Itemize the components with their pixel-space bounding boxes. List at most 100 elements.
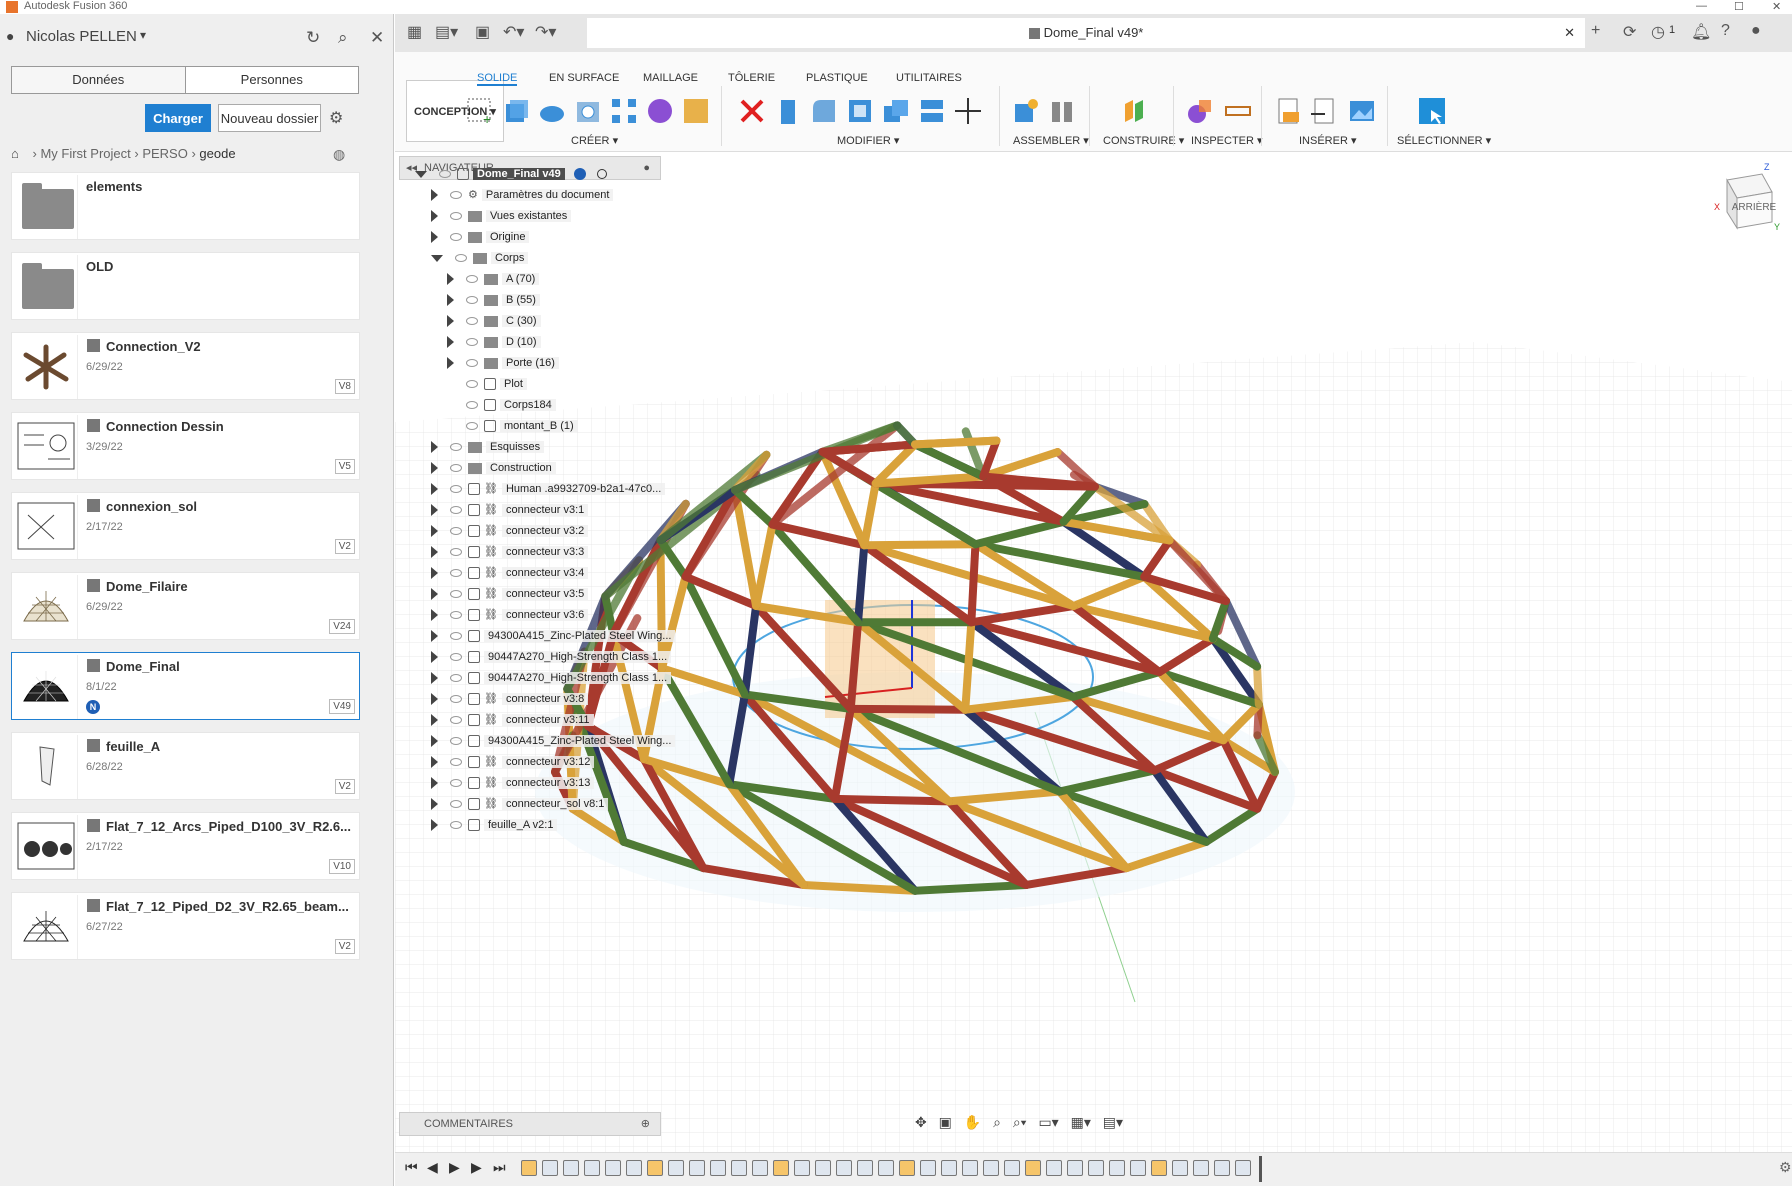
version-badge[interactable]: V2 <box>334 539 355 554</box>
redo-icon[interactable]: ↷▾ <box>535 22 556 42</box>
group-assemble[interactable]: ASSEMBLER ▾ <box>1013 134 1089 147</box>
viewports-icon[interactable]: ▤▾ <box>1103 1114 1123 1130</box>
eye-icon[interactable] <box>450 674 462 683</box>
decal-icon[interactable] <box>681 96 711 126</box>
undo-icon[interactable]: ↶▾ <box>503 22 524 42</box>
eye-icon[interactable] <box>466 422 478 431</box>
eye-icon[interactable] <box>450 506 462 515</box>
eye-icon[interactable] <box>450 821 462 830</box>
timeline-feature-icon[interactable] <box>1109 1160 1125 1176</box>
timeline-feature-icon[interactable] <box>752 1160 768 1176</box>
tree-item[interactable]: D (10) <box>447 333 541 351</box>
eye-icon[interactable] <box>466 380 478 389</box>
eye-icon[interactable] <box>450 548 462 557</box>
tree-item[interactable]: feuille_A v2:1 <box>431 816 558 834</box>
tree-item[interactable]: B (55) <box>447 291 540 309</box>
timeline-feature-icon[interactable] <box>584 1160 600 1176</box>
minimize-icon[interactable]: — <box>1696 0 1707 12</box>
go-to-end-icon[interactable]: ⏭ <box>493 1159 506 1176</box>
select-icon[interactable] <box>1417 96 1447 126</box>
3d-viewport[interactable]: ◂◂ NAVIGATEUR ● Dome_Final v49 ⚙ Paramètr… <box>395 152 1792 1152</box>
minus-icon[interactable]: ● <box>643 157 650 179</box>
file-item[interactable]: Dome_Filaire 6/29/22 V24 <box>11 572 360 640</box>
user-name[interactable]: Nicolas PELLEN <box>26 28 137 45</box>
eye-icon[interactable] <box>450 233 462 242</box>
expand-arrow-icon[interactable] <box>431 210 438 223</box>
notifications-icon[interactable]: 🔔︎ <box>1691 22 1711 42</box>
shell-icon[interactable] <box>845 96 875 126</box>
expand-arrow-icon[interactable] <box>431 651 438 664</box>
collapse-arrow-icon[interactable] <box>431 254 443 262</box>
expand-arrow-icon[interactable] <box>431 588 438 601</box>
tree-item[interactable]: ⛓ connecteur v3:1 <box>431 501 589 519</box>
expand-arrow-icon[interactable] <box>431 483 438 496</box>
timeline-feature-icon[interactable] <box>710 1160 726 1176</box>
folder-item[interactable]: elements <box>11 172 360 240</box>
tab-mesh[interactable]: MAILLAGE <box>643 72 698 84</box>
close-tab-icon[interactable]: ✕ <box>1564 18 1575 48</box>
tree-item[interactable]: ⛓ connecteur v3:2 <box>431 522 589 540</box>
search-icon[interactable]: ⌕ <box>338 28 348 48</box>
timeline-feature-icon[interactable] <box>542 1160 558 1176</box>
tree-item[interactable]: montant_B (1) <box>447 417 578 435</box>
dome-strut[interactable] <box>830 794 954 806</box>
tree-item[interactable]: ⛓ connecteur v3:12 <box>431 753 595 771</box>
play-icon[interactable]: ▶ <box>449 1159 460 1176</box>
folder-item[interactable]: OLD <box>11 252 360 320</box>
home-icon[interactable]: ⌂ <box>11 146 19 161</box>
tree-item[interactable]: Plot <box>447 375 527 393</box>
timeline-feature-icon[interactable] <box>1025 1160 1041 1176</box>
eye-icon[interactable] <box>450 191 462 200</box>
expand-arrow-icon[interactable] <box>447 273 454 286</box>
timeline-feature-icon[interactable] <box>689 1160 705 1176</box>
file-item[interactable]: connexion_sol 2/17/22 V2 <box>11 492 360 560</box>
timeline-marker[interactable] <box>1259 1156 1262 1182</box>
expand-arrow-icon[interactable] <box>431 525 438 538</box>
measure-icon[interactable] <box>1223 96 1253 126</box>
move-icon[interactable] <box>953 96 983 126</box>
tree-item[interactable]: Construction <box>431 459 556 477</box>
expand-arrow-icon[interactable] <box>447 315 454 328</box>
group-select[interactable]: SÉLECTIONNER ▾ <box>1397 134 1491 147</box>
version-badge[interactable]: V24 <box>329 619 355 634</box>
tab-sheetmetal[interactable]: TÔLERIE <box>728 72 775 84</box>
tree-root[interactable]: Dome_Final v49 <box>415 165 607 183</box>
timeline-feature-icon[interactable] <box>920 1160 936 1176</box>
eye-icon[interactable] <box>450 737 462 746</box>
combine-icon[interactable] <box>881 96 911 126</box>
timeline-feature-icon[interactable] <box>878 1160 894 1176</box>
go-to-start-icon[interactable]: ⏮ <box>405 1159 418 1176</box>
file-item[interactable]: Flat_7_12_Arcs_Piped_D100_3V_R2.6... 2/1… <box>11 812 360 880</box>
eye-icon[interactable] <box>450 485 462 494</box>
tree-item[interactable]: ⛓ connecteur v3:4 <box>431 564 589 582</box>
tree-item[interactable]: ⚙ Paramètres du document <box>431 186 614 204</box>
joint-icon[interactable] <box>1047 96 1077 126</box>
timeline-feature-icon[interactable] <box>1172 1160 1188 1176</box>
tab-plastic[interactable]: PLASTIQUE <box>806 72 868 84</box>
version-badge[interactable]: V8 <box>334 379 355 394</box>
activate-icon[interactable] <box>596 169 607 180</box>
document-tab[interactable]: Dome_Final v49* ✕ <box>587 18 1585 48</box>
expand-arrow-icon[interactable] <box>431 819 438 832</box>
tree-item[interactable]: ⛓ connecteur v3:13 <box>431 774 595 792</box>
new-folder-button[interactable]: Nouveau dossier <box>218 104 321 132</box>
timeline-feature-icon[interactable] <box>668 1160 684 1176</box>
tree-item[interactable]: Origine <box>431 228 530 246</box>
eye-icon[interactable] <box>466 275 478 284</box>
timeline-feature-icon[interactable] <box>731 1160 747 1176</box>
dome-strut[interactable] <box>911 436 1001 449</box>
expand-arrow-icon[interactable] <box>431 798 438 811</box>
tree-item[interactable]: 90447A270_High-Strength Class 1... <box>431 669 672 687</box>
timeline-feature-icon[interactable] <box>563 1160 579 1176</box>
gear-icon[interactable]: ⚙ <box>329 108 343 128</box>
globe-icon[interactable]: ◍ <box>333 146 345 163</box>
timeline-feature-icon[interactable] <box>647 1160 663 1176</box>
eye-icon[interactable] <box>450 464 462 473</box>
tab-data[interactable]: Données <box>12 67 186 93</box>
eye-icon[interactable] <box>466 401 478 410</box>
tree-item[interactable]: Corps <box>431 249 529 267</box>
view-cube[interactable]: ARRIÈRE Z X Y <box>1712 162 1782 232</box>
version-badge[interactable]: V2 <box>334 939 355 954</box>
tree-item[interactable]: Porte (16) <box>447 354 559 372</box>
eye-icon[interactable] <box>450 716 462 725</box>
